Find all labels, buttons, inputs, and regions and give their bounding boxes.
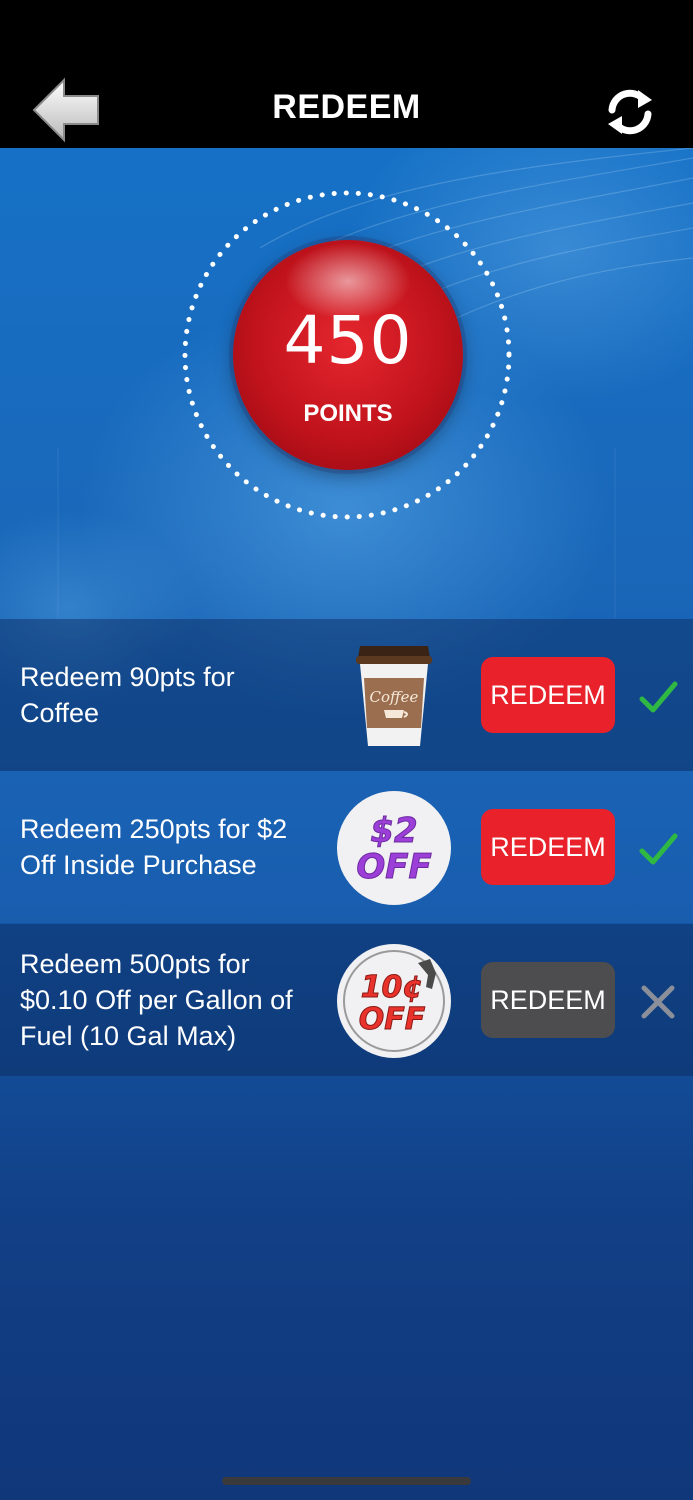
reward-description: Redeem 500pts for $0.10 Off per Gallon o… bbox=[20, 949, 293, 1051]
coffee-cup-image: Coffee bbox=[336, 638, 452, 754]
status-bar bbox=[0, 0, 693, 60]
points-value: 450 bbox=[283, 302, 413, 379]
refresh-icon bbox=[608, 89, 652, 135]
home-indicator[interactable] bbox=[222, 1477, 471, 1485]
page-title: REDEEM bbox=[272, 88, 421, 126]
check-icon bbox=[638, 829, 678, 869]
badge-line-2: OFF bbox=[359, 1002, 426, 1037]
ten-cent-off-badge: 10¢ OFF bbox=[336, 943, 452, 1059]
badge-line-1: $2 bbox=[370, 811, 417, 851]
redeem-button-coffee[interactable]: REDEEM bbox=[481, 657, 615, 733]
points-ball: 450 POINTS bbox=[233, 240, 463, 470]
check-icon bbox=[638, 677, 678, 717]
redeem-button-fuel-discount[interactable]: REDEEM bbox=[481, 962, 615, 1038]
points-display: 450 POINTS bbox=[180, 188, 514, 522]
coffee-cup-label: Coffee bbox=[370, 688, 419, 706]
redeem-button-two-dollar-off[interactable]: REDEEM bbox=[481, 809, 615, 885]
reward-row-fuel-discount: Redeem 500pts for $0.10 Off per Gallon o… bbox=[0, 924, 693, 1076]
reward-description: Redeem 90pts for Coffee bbox=[20, 662, 235, 728]
refresh-button[interactable] bbox=[600, 84, 660, 140]
badge-line-1: 10¢ bbox=[361, 970, 424, 1005]
x-icon bbox=[638, 982, 678, 1022]
header-bar: REDEEM bbox=[0, 60, 693, 148]
reward-row-coffee: Redeem 90pts for Coffee Coffee REDEEM bbox=[0, 619, 693, 771]
badge-line-2: OFF bbox=[356, 847, 431, 887]
points-label: POINTS bbox=[303, 400, 393, 427]
reward-row-two-dollar-off: Redeem 250pts for $2 Off Inside Purchase… bbox=[0, 771, 693, 923]
two-dollar-off-badge: $2 OFF bbox=[336, 790, 452, 906]
redeem-content: 450 POINTS Redeem 90pts for Coffee Coffe… bbox=[0, 148, 693, 1500]
reward-description: Redeem 250pts for $2 Off Inside Purchase bbox=[20, 814, 288, 880]
